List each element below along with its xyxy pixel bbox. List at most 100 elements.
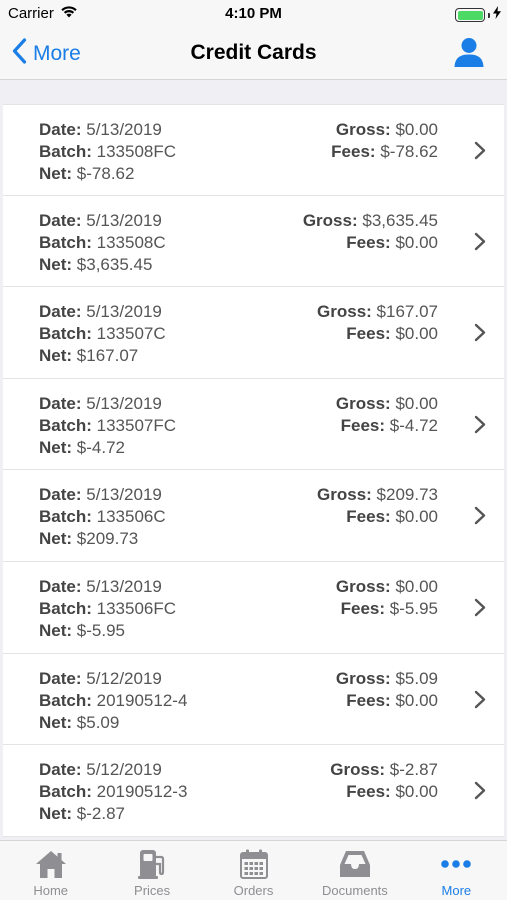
net-line: Net: $167.07 (39, 345, 166, 367)
chevron-right-icon (474, 506, 486, 530)
batch-label: Batch: (39, 232, 92, 252)
batch-label: Batch: (39, 507, 92, 527)
fees-value: $0.00 (395, 690, 438, 710)
row-left-column: Date: 5/13/2019 Batch: 133508C Net: $3,6… (39, 210, 166, 276)
net-line: Net: $-2.87 (39, 803, 187, 825)
credit-card-row[interactable]: Date: 5/13/2019 Batch: 133508FC Net: $-7… (3, 104, 504, 196)
gross-label: Gross: (330, 760, 386, 780)
net-label: Net: (39, 804, 73, 824)
tab-orders[interactable]: Orders (203, 841, 304, 900)
gross-value: $3,635.45 (362, 210, 438, 230)
fees-value: $-78.62 (380, 142, 438, 161)
net-label: Net: (39, 254, 73, 274)
row-right-column: Gross: $3,635.45 Fees: $0.00 (303, 210, 438, 254)
fees-value: $0.00 (395, 324, 438, 344)
date-line: Date: 5/12/2019 (39, 759, 187, 781)
date-label: Date: (39, 485, 82, 505)
chevron-right-icon (474, 415, 486, 439)
date-line: Date: 5/13/2019 (39, 484, 166, 506)
tab-documents[interactable]: Documents (304, 841, 405, 900)
battery-cap (488, 12, 490, 18)
credit-card-row[interactable]: Date: 5/13/2019 Batch: 133506FC Net: $-5… (3, 561, 504, 654)
batch-line: Batch: 133506C (39, 506, 166, 528)
gross-value: $0.00 (395, 393, 438, 413)
gross-label: Gross: (335, 576, 391, 596)
batch-value: 133506FC (96, 598, 177, 618)
row-left-column: Date: 5/12/2019 Batch: 20190512-3 Net: $… (39, 759, 187, 825)
credit-card-row[interactable]: Date: 5/13/2019 Batch: 133508C Net: $3,6… (3, 195, 504, 288)
gross-value: $167.07 (376, 302, 438, 322)
net-line: Net: $5.09 (39, 712, 187, 734)
credit-card-row[interactable]: Date: 5/13/2019 Batch: 133507C Net: $167… (3, 287, 504, 379)
net-value: $-78.62 (76, 164, 135, 183)
fees-label: Fees: (340, 415, 386, 435)
date-label: Date: (39, 668, 82, 688)
fees-line: Fees: $0.00 (303, 232, 438, 254)
gross-line: Gross: $209.73 (317, 484, 438, 506)
tab-orders-label: Orders (233, 883, 274, 898)
net-label: Net: (39, 437, 73, 457)
date-line: Date: 5/12/2019 (39, 668, 187, 690)
credit-card-row[interactable]: Date: 5/13/2019 Batch: 133507FC Net: $-4… (3, 378, 504, 471)
fuel-pump-icon (137, 847, 167, 881)
row-right-column: Gross: $0.00 Fees: $-78.62 (331, 119, 438, 163)
tab-more[interactable]: More (406, 841, 507, 900)
credit-card-list: Date: 5/13/2019 Batch: 133508FC Net: $-7… (3, 104, 504, 840)
fees-value: $0.00 (395, 507, 438, 527)
fees-line: Fees: $-4.72 (336, 415, 438, 437)
fees-label: Fees: (340, 598, 386, 618)
credit-card-row[interactable]: Date: 5/12/2019 Batch: 20190512-3 Net: $… (3, 745, 504, 837)
back-label: More (33, 42, 81, 65)
tab-prices[interactable]: Prices (101, 841, 202, 900)
gross-label: Gross: (335, 393, 391, 413)
credit-card-row[interactable]: Date: 5/13/2019 Batch: 133506C Net: $209… (3, 470, 504, 562)
fees-line: Fees: $0.00 (317, 323, 438, 345)
gross-value: $0.00 (395, 576, 438, 596)
net-line: Net: $-78.62 (39, 163, 176, 185)
batch-label: Batch: (39, 415, 92, 435)
chevron-right-icon (474, 781, 486, 805)
gross-line: Gross: $167.07 (317, 301, 438, 323)
date-value: 5/13/2019 (86, 393, 162, 413)
batch-line: Batch: 133507FC (39, 415, 176, 437)
row-left-column: Date: 5/13/2019 Batch: 133506C Net: $209… (39, 484, 166, 550)
tab-home[interactable]: Home (0, 841, 101, 900)
batch-label: Batch: (39, 324, 92, 344)
batch-label: Batch: (39, 598, 92, 618)
back-button[interactable]: More (12, 38, 81, 70)
fees-label: Fees: (346, 782, 391, 802)
gross-label: Gross: (335, 120, 391, 139)
date-value: 5/13/2019 (86, 576, 162, 596)
fees-label: Fees: (346, 690, 391, 710)
fees-label: Fees: (346, 324, 391, 344)
fees-value: $0.00 (395, 232, 438, 252)
net-value: $5.09 (76, 712, 120, 732)
tab-home-label: Home (33, 883, 69, 898)
batch-value: 133508FC (96, 142, 177, 161)
inbox-tray-icon (339, 847, 371, 881)
fees-line: Fees: $0.00 (336, 690, 438, 712)
batch-line: Batch: 20190512-3 (39, 781, 187, 803)
net-line: Net: $-4.72 (39, 437, 176, 459)
date-value: 5/13/2019 (86, 485, 162, 505)
chevron-right-icon (474, 690, 486, 714)
net-label: Net: (39, 529, 73, 549)
chevron-right-icon (474, 598, 486, 622)
chevron-left-icon (12, 38, 27, 70)
net-label: Net: (39, 620, 73, 640)
tab-prices-label: Prices (134, 883, 171, 898)
batch-value: 20190512-3 (96, 782, 188, 802)
fees-value: $-5.95 (389, 598, 438, 618)
status-time: 4:10 PM (225, 5, 282, 22)
fees-line: Fees: $-5.95 (336, 598, 438, 620)
net-label: Net: (39, 346, 73, 366)
batch-value: 133508C (96, 232, 166, 252)
credit-card-row[interactable]: Date: 5/12/2019 Batch: 20190512-4 Net: $… (3, 653, 504, 746)
date-label: Date: (39, 302, 82, 322)
gross-label: Gross: (317, 485, 372, 505)
net-line: Net: $-5.95 (39, 620, 176, 642)
gross-line: Gross: $3,635.45 (303, 210, 438, 232)
user-profile-button[interactable] (453, 36, 485, 73)
fees-line: Fees: $0.00 (330, 781, 438, 803)
row-left-column: Date: 5/12/2019 Batch: 20190512-4 Net: $… (39, 668, 187, 734)
